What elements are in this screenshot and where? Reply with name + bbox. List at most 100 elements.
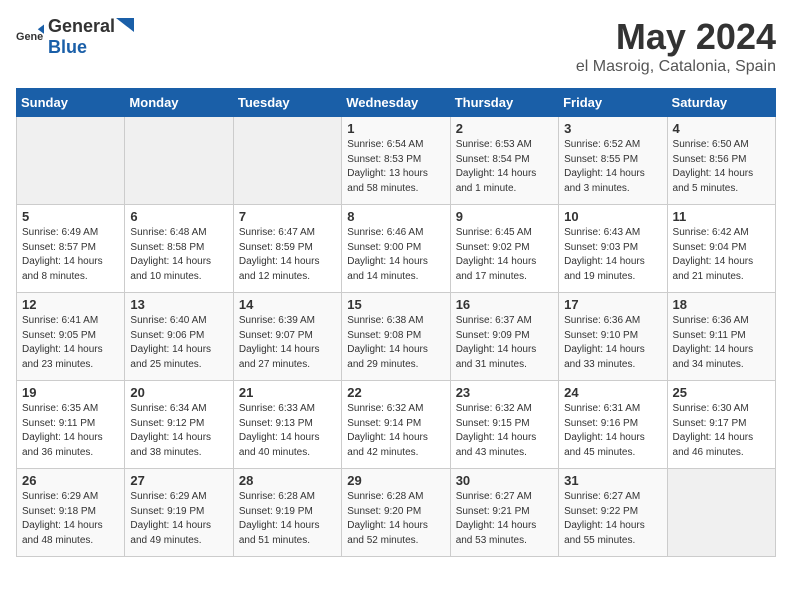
- day-number: 2: [456, 121, 553, 136]
- calendar-cell: 21Sunrise: 6:33 AMSunset: 9:13 PMDayligh…: [233, 381, 341, 469]
- day-number: 16: [456, 297, 553, 312]
- day-number: 20: [130, 385, 227, 400]
- day-info: Sunrise: 6:35 AMSunset: 9:11 PMDaylight:…: [22, 402, 119, 460]
- calendar-cell: 29 Sunrise: 6:28 AMSunset: 9:20 PMDayligh…: [342, 469, 450, 557]
- day-info: Sunrise: 6:39 AMSunset: 9:07 PMDaylight:…: [239, 314, 336, 372]
- calendar-cell: 13 Sunrise: 6:40 AMSunset: 9:06 PMDayligh…: [125, 293, 233, 381]
- logo: General General Blue: [16, 16, 134, 58]
- day-of-week-header: Friday: [559, 89, 667, 117]
- day-of-week-header: Wednesday: [342, 89, 450, 117]
- day-info: Sunrise: 6:52 AMSunset: 8:55 PMDaylight:…: [564, 138, 661, 196]
- calendar-cell: 6 Sunrise: 6:48 AMSunset: 8:58 PMDaylight…: [125, 205, 233, 293]
- calendar-cell: 3 Sunrise: 6:52 AMSunset: 8:55 PMDaylight…: [559, 117, 667, 205]
- day-number: 17: [564, 297, 661, 312]
- day-info: Sunrise: 6:45 AMSunset: 9:02 PMDaylight:…: [456, 226, 553, 284]
- day-info: Sunrise: 6:34 AMSunset: 9:12 PMDaylight:…: [130, 402, 227, 460]
- day-of-week-header: Tuesday: [233, 89, 341, 117]
- day-info: Sunrise: 6:29 AMSunset: 9:18 PMDaylight:…: [22, 490, 119, 548]
- calendar-cell: 11 Sunrise: 6:42 AMSunset: 9:04 PMDayligh…: [667, 205, 775, 293]
- day-number: 29: [347, 473, 444, 488]
- day-info: Sunrise: 6:50 AMSunset: 8:56 PMDaylight:…: [673, 138, 770, 196]
- calendar-cell: 30 Sunrise: 6:27 AMSunset: 9:21 PMDayligh…: [450, 469, 558, 557]
- day-number: 14: [239, 297, 336, 312]
- day-number: 26: [22, 473, 119, 488]
- calendar-cell: [233, 117, 341, 205]
- calendar-cell: 25 Sunrise: 6:30 AMSunset: 9:17 PMDayligh…: [667, 381, 775, 469]
- day-number: 23: [456, 385, 553, 400]
- day-info: Sunrise: 6:36 AMSunset: 9:11 PMDaylight:…: [673, 314, 770, 372]
- calendar-cell: 26 Sunrise: 6:29 AMSunset: 9:18 PMDayligh…: [17, 469, 125, 557]
- day-number: 30: [456, 473, 553, 488]
- calendar-cell: [17, 117, 125, 205]
- day-of-week-header: Monday: [125, 89, 233, 117]
- month-year-title: May 2024: [576, 16, 776, 58]
- calendar-cell: 10Sunrise: 6:43 AMSunset: 9:03 PMDayligh…: [559, 205, 667, 293]
- day-number: 25: [673, 385, 770, 400]
- day-number: 3: [564, 121, 661, 136]
- day-info: Sunrise: 6:42 AMSunset: 9:04 PMDaylight:…: [673, 226, 770, 284]
- day-info: Sunrise: 6:30 AMSunset: 9:17 PMDaylight:…: [673, 402, 770, 460]
- calendar-cell: 2Sunrise: 6:53 AMSunset: 8:54 PMDaylight…: [450, 117, 558, 205]
- calendar-cell: 8Sunrise: 6:46 AMSunset: 9:00 PMDaylight…: [342, 205, 450, 293]
- calendar-week-row: 1Sunrise: 6:54 AMSunset: 8:53 PMDaylight…: [17, 117, 776, 205]
- calendar-cell: 18Sunrise: 6:36 AMSunset: 9:11 PMDayligh…: [667, 293, 775, 381]
- day-number: 27: [130, 473, 227, 488]
- calendar-week-row: 5Sunrise: 6:49 AMSunset: 8:57 PMDaylight…: [17, 205, 776, 293]
- day-info: Sunrise: 6:48 AMSunset: 8:58 PMDaylight:…: [130, 226, 227, 284]
- calendar-cell: 19 Sunrise: 6:35 AMSunset: 9:11 PMDayligh…: [17, 381, 125, 469]
- day-number: 31: [564, 473, 661, 488]
- calendar-cell: 24Sunrise: 6:31 AMSunset: 9:16 PMDayligh…: [559, 381, 667, 469]
- calendar-cell: 17 Sunrise: 6:36 AMSunset: 9:10 PMDayligh…: [559, 293, 667, 381]
- calendar-week-row: 19 Sunrise: 6:35 AMSunset: 9:11 PMDayligh…: [17, 381, 776, 469]
- calendar-cell: 20 Sunrise: 6:34 AMSunset: 9:12 PMDayligh…: [125, 381, 233, 469]
- day-info: Sunrise: 6:47 AMSunset: 8:59 PMDaylight:…: [239, 226, 336, 284]
- day-info: Sunrise: 6:28 AMSunset: 9:20 PMDaylight:…: [347, 490, 444, 548]
- calendar-cell: 12 Sunrise: 6:41 AMSunset: 9:05 PMDayligh…: [17, 293, 125, 381]
- day-number: 13: [130, 297, 227, 312]
- day-info: Sunrise: 6:29 AMSunset: 9:19 PMDaylight:…: [130, 490, 227, 548]
- day-info: Sunrise: 6:37 AMSunset: 9:09 PMDaylight:…: [456, 314, 553, 372]
- calendar-cell: [125, 117, 233, 205]
- day-number: 9: [456, 209, 553, 224]
- calendar-cell: [667, 469, 775, 557]
- day-info: Sunrise: 6:41 AMSunset: 9:05 PMDaylight:…: [22, 314, 119, 372]
- day-info: Sunrise: 6:36 AMSunset: 9:10 PMDaylight:…: [564, 314, 661, 372]
- day-info: Sunrise: 6:40 AMSunset: 9:06 PMDaylight:…: [130, 314, 227, 372]
- day-number: 24: [564, 385, 661, 400]
- day-number: 12: [22, 297, 119, 312]
- logo-general-text: General: [48, 16, 115, 37]
- day-number: 21: [239, 385, 336, 400]
- day-info: Sunrise: 6:43 AMSunset: 9:03 PMDaylight:…: [564, 226, 661, 284]
- day-number: 1: [347, 121, 444, 136]
- day-of-week-header: Sunday: [17, 89, 125, 117]
- calendar-cell: 5Sunrise: 6:49 AMSunset: 8:57 PMDaylight…: [17, 205, 125, 293]
- day-number: 6: [130, 209, 227, 224]
- calendar-cell: 31 Sunrise: 6:27 AMSunset: 9:22 PMDayligh…: [559, 469, 667, 557]
- calendar-cell: 23Sunrise: 6:32 AMSunset: 9:15 PMDayligh…: [450, 381, 558, 469]
- day-info: Sunrise: 6:32 AMSunset: 9:14 PMDaylight:…: [347, 402, 444, 460]
- day-number: 28: [239, 473, 336, 488]
- logo-arrow-icon: [116, 18, 134, 32]
- calendar-cell: 7 Sunrise: 6:47 AMSunset: 8:59 PMDaylight…: [233, 205, 341, 293]
- calendar-cell: 14 Sunrise: 6:39 AMSunset: 9:07 PMDayligh…: [233, 293, 341, 381]
- calendar-cell: 1Sunrise: 6:54 AMSunset: 8:53 PMDaylight…: [342, 117, 450, 205]
- day-number: 7: [239, 209, 336, 224]
- day-info: Sunrise: 6:27 AMSunset: 9:22 PMDaylight:…: [564, 490, 661, 548]
- calendar-cell: 16 Sunrise: 6:37 AMSunset: 9:09 PMDayligh…: [450, 293, 558, 381]
- day-of-week-header: Saturday: [667, 89, 775, 117]
- logo-blue-text: Blue: [48, 37, 134, 58]
- calendar-cell: 22 Sunrise: 6:32 AMSunset: 9:14 PMDayligh…: [342, 381, 450, 469]
- logo-icon: General: [16, 23, 44, 51]
- day-number: 19: [22, 385, 119, 400]
- day-number: 4: [673, 121, 770, 136]
- day-info: Sunrise: 6:28 AMSunset: 9:19 PMDaylight:…: [239, 490, 336, 548]
- day-number: 11: [673, 209, 770, 224]
- calendar-cell: 4 Sunrise: 6:50 AMSunset: 8:56 PMDaylight…: [667, 117, 775, 205]
- day-info: Sunrise: 6:27 AMSunset: 9:21 PMDaylight:…: [456, 490, 553, 548]
- calendar-cell: 28 Sunrise: 6:28 AMSunset: 9:19 PMDayligh…: [233, 469, 341, 557]
- calendar-header-row: SundayMondayTuesdayWednesdayThursdayFrid…: [17, 89, 776, 117]
- calendar-week-row: 26 Sunrise: 6:29 AMSunset: 9:18 PMDayligh…: [17, 469, 776, 557]
- day-number: 15: [347, 297, 444, 312]
- day-number: 22: [347, 385, 444, 400]
- day-info: Sunrise: 6:38 AMSunset: 9:08 PMDaylight:…: [347, 314, 444, 372]
